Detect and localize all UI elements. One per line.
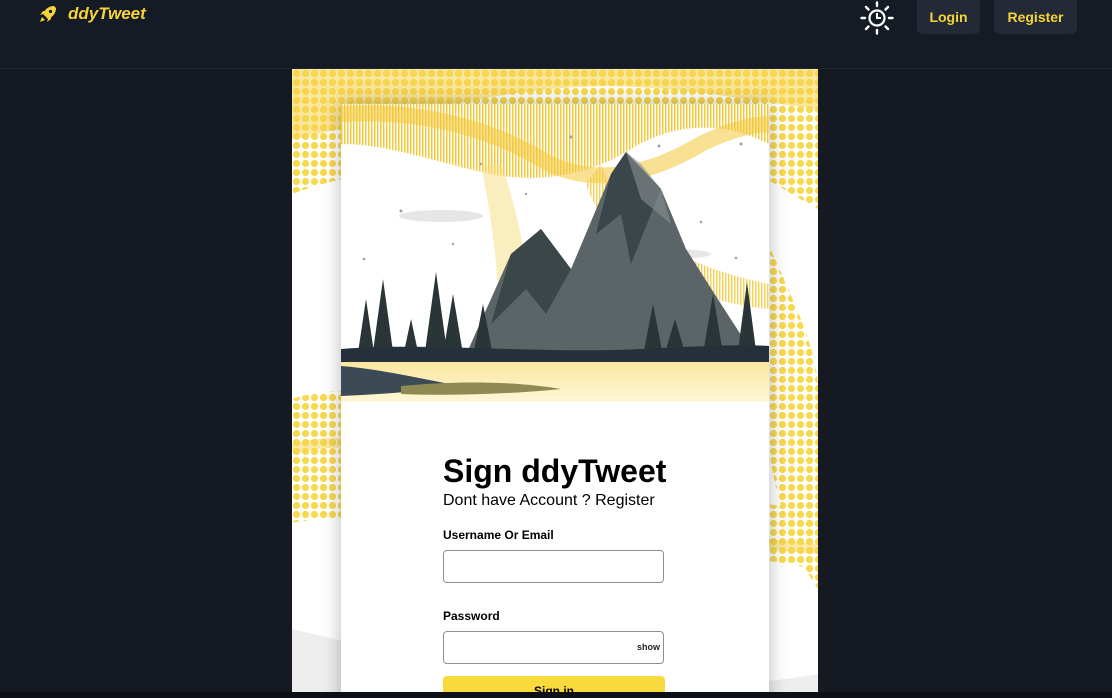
password-input[interactable] <box>443 631 664 664</box>
login-card: Sign ddyTweet Dont have Account ? Regist… <box>341 104 769 698</box>
username-input[interactable] <box>443 550 664 583</box>
login-button[interactable]: Login <box>917 0 980 34</box>
login-background: Sign ddyTweet Dont have Account ? Regist… <box>292 69 818 698</box>
signin-form: Sign ddyTweet Dont have Account ? Regist… <box>443 452 743 698</box>
signup-prompt-text: Dont have Account ? <box>443 492 596 509</box>
show-password-button[interactable]: show <box>637 642 660 652</box>
brand[interactable]: ddyTweet <box>38 4 146 24</box>
bottom-edge <box>0 692 1112 698</box>
brand-name: ddyTweet <box>68 4 146 23</box>
page-title: Sign ddyTweet <box>443 453 667 489</box>
register-link[interactable]: Register <box>595 492 655 509</box>
username-label: Username Or Email <box>443 528 554 542</box>
mountain-illustration <box>341 104 769 402</box>
signup-prompt: Dont have Account ? Register <box>443 492 743 510</box>
sun-icon[interactable] <box>859 0 895 36</box>
password-label: Password <box>443 609 500 623</box>
rocket-icon <box>40 6 56 22</box>
top-navbar: ddyTweet Login Register <box>0 0 1112 69</box>
register-button[interactable]: Register <box>994 0 1077 34</box>
